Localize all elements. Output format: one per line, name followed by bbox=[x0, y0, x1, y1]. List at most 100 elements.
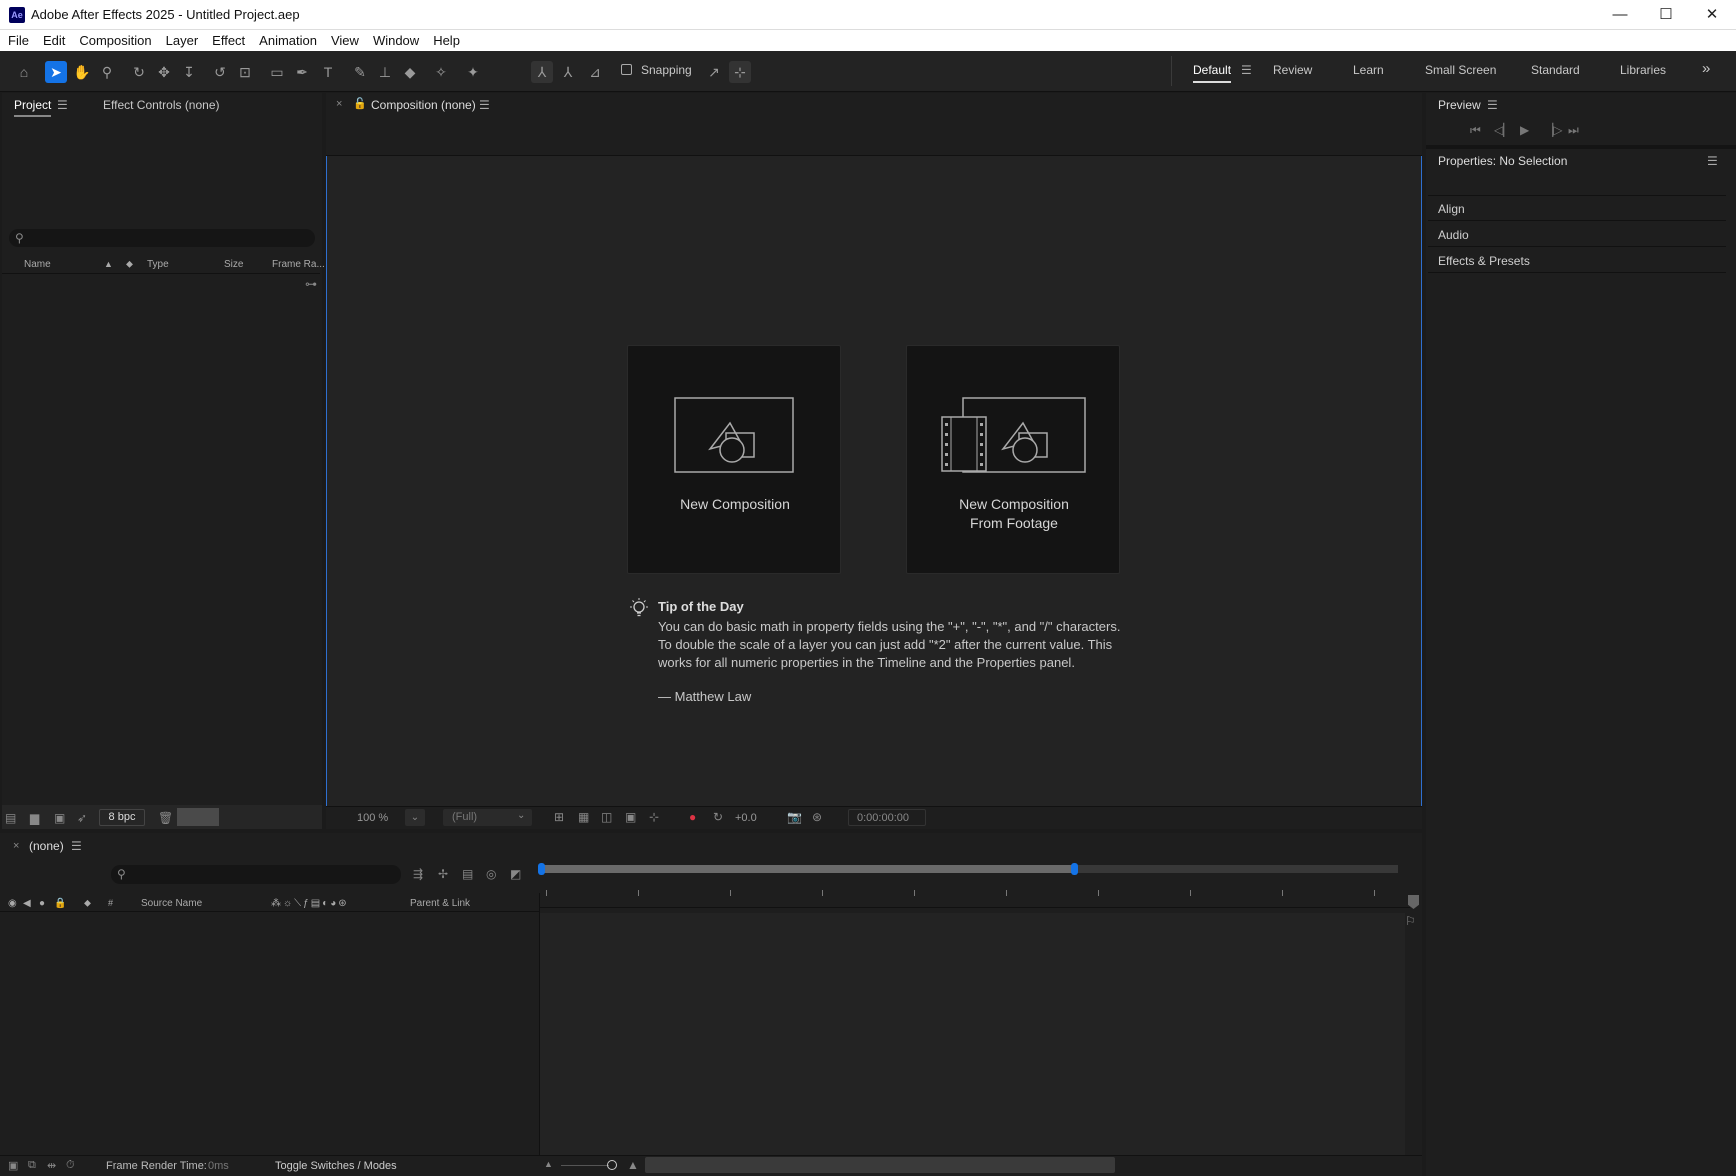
show-channel-icon[interactable]: ● bbox=[689, 810, 696, 824]
render-time-icon[interactable]: ⏱ bbox=[66, 1159, 75, 1172]
magnification-dropdown[interactable]: 100 % bbox=[357, 812, 388, 824]
interpret-footage-icon[interactable]: ▤ bbox=[5, 811, 16, 825]
maximize-button[interactable]: ☐ bbox=[1643, 0, 1689, 30]
close-timeline-icon[interactable]: × bbox=[13, 840, 19, 852]
pan-camera-icon[interactable]: ✥ bbox=[153, 61, 175, 83]
composition-mini-flowchart-icon[interactable]: ⇶ bbox=[413, 867, 423, 881]
tab-timeline[interactable]: (none) bbox=[29, 839, 64, 853]
pen-tool-icon[interactable]: ✒ bbox=[291, 61, 313, 83]
guides-icon[interactable]: ⊹ bbox=[649, 810, 659, 824]
transparency-grid-icon[interactable]: ▦ bbox=[578, 810, 589, 824]
eraser-tool-icon[interactable]: ◆ bbox=[399, 61, 421, 83]
minimize-button[interactable]: — bbox=[1597, 0, 1643, 30]
in-out-toggle-icon[interactable]: ⇹ bbox=[47, 1159, 56, 1172]
selection-tool-icon[interactable]: ➤ bbox=[45, 61, 67, 83]
menu-composition[interactable]: Composition bbox=[79, 33, 151, 48]
pan-behind-icon[interactable]: ⊡ bbox=[234, 61, 256, 83]
properties-menu-icon[interactable]: ☰ bbox=[1707, 154, 1718, 168]
view-axis-icon[interactable]: ⊿ bbox=[584, 61, 606, 83]
video-eye-icon[interactable]: ◉ bbox=[8, 898, 17, 909]
new-composition-card[interactable]: New Composition bbox=[627, 345, 841, 574]
new-composition-from-footage-card[interactable]: New Composition From Footage bbox=[906, 345, 1120, 574]
composition-menu-icon[interactable]: ☰ bbox=[479, 98, 490, 112]
reset-exposure-icon[interactable]: ↻ bbox=[713, 810, 723, 824]
rotation-tool-icon[interactable]: ↺ bbox=[209, 61, 231, 83]
zoom-slider-thumb[interactable] bbox=[607, 1160, 617, 1170]
resolution-dropdown[interactable]: (Full) ⌄ bbox=[443, 809, 532, 826]
workspace-standard[interactable]: Standard bbox=[1531, 63, 1580, 77]
tab-project[interactable]: Project bbox=[14, 98, 52, 117]
more-workspaces-icon[interactable]: » bbox=[1702, 60, 1710, 77]
tab-effect-controls[interactable]: Effect Controls (none) bbox=[103, 98, 220, 112]
timeline-menu-icon[interactable]: ☰ bbox=[71, 839, 82, 853]
snapping-checkbox[interactable] bbox=[621, 64, 632, 75]
menu-animation[interactable]: Animation bbox=[259, 33, 317, 48]
switches-icon[interactable]: ⁂☼⟍ƒ▤◐◕⊛ bbox=[271, 898, 349, 909]
zoom-slider[interactable] bbox=[561, 1165, 609, 1166]
lock-layer-icon[interactable]: 🔒 bbox=[54, 898, 66, 909]
exposure-value[interactable]: +0.0 bbox=[735, 812, 757, 824]
menu-window[interactable]: Window bbox=[373, 33, 419, 48]
close-tab-icon[interactable]: × bbox=[336, 98, 342, 110]
workspace-default[interactable]: Default bbox=[1193, 63, 1232, 83]
next-frame-icon[interactable]: ▕▷ bbox=[1544, 123, 1562, 137]
work-area-range[interactable] bbox=[540, 865, 1075, 873]
new-composition-icon[interactable]: ▣ bbox=[54, 811, 65, 825]
render-queue-icon[interactable]: ➶ bbox=[77, 811, 87, 825]
transfer-controls-icon[interactable]: ⧉ bbox=[28, 1159, 36, 1172]
first-frame-icon[interactable]: ⏮ bbox=[1470, 123, 1481, 138]
timeline-track-area[interactable] bbox=[540, 913, 1405, 1155]
project-search-input[interactable]: ⚲ bbox=[9, 229, 315, 247]
col-type[interactable]: Type bbox=[147, 259, 169, 270]
orbit-camera-icon[interactable]: ↻ bbox=[128, 61, 150, 83]
world-axis-icon[interactable]: ⅄ bbox=[557, 61, 579, 83]
home-icon[interactable]: ⌂ bbox=[13, 61, 35, 83]
rectangle-tool-icon[interactable]: ▭ bbox=[266, 61, 288, 83]
menu-view[interactable]: View bbox=[331, 33, 359, 48]
menu-edit[interactable]: Edit bbox=[43, 33, 65, 48]
flowchart-icon[interactable]: ⊶ bbox=[305, 277, 317, 291]
motion-blur-icon[interactable]: ◎ bbox=[486, 867, 496, 881]
label-tag-icon[interactable]: ⬥ bbox=[126, 259, 133, 270]
workspace-menu-icon[interactable]: ☰ bbox=[1241, 63, 1252, 77]
play-icon[interactable]: ▶ bbox=[1520, 123, 1529, 137]
dolly-camera-icon[interactable]: ↧ bbox=[178, 61, 200, 83]
zoom-tool-icon[interactable]: ⚲ bbox=[96, 61, 118, 83]
bit-depth-button[interactable]: 8 bpc bbox=[99, 809, 145, 826]
menu-layer[interactable]: Layer bbox=[166, 33, 199, 48]
work-area-start-handle[interactable] bbox=[538, 863, 545, 875]
work-area-end-handle[interactable] bbox=[1071, 863, 1078, 875]
magnification-chevron-icon[interactable]: ⌄ bbox=[405, 809, 425, 826]
col-size[interactable]: Size bbox=[224, 259, 243, 270]
previous-frame-icon[interactable]: ◁▏ bbox=[1494, 123, 1512, 137]
type-tool-icon[interactable]: T bbox=[317, 61, 339, 83]
col-frame-rate[interactable]: Frame Ra... bbox=[272, 259, 325, 270]
show-snapshot-icon[interactable]: ⊛ bbox=[812, 810, 822, 824]
comp-marker-bin-icon[interactable]: ⚐ bbox=[1405, 914, 1416, 928]
source-name-col[interactable]: Source Name bbox=[141, 898, 202, 909]
audio-speaker-icon[interactable]: ◀ bbox=[23, 898, 31, 909]
preview-menu-icon[interactable]: ☰ bbox=[1487, 98, 1498, 112]
close-window-button[interactable]: ✕ bbox=[1689, 0, 1735, 30]
label-tag-icon[interactable]: ⬥ bbox=[84, 898, 91, 909]
new-folder-icon[interactable]: ▆ bbox=[30, 811, 39, 825]
region-of-interest-icon[interactable]: ▣ bbox=[625, 810, 636, 824]
solo-icon[interactable]: ● bbox=[39, 898, 45, 909]
layer-switches-toggle-icon[interactable]: ▣ bbox=[8, 1159, 18, 1172]
clone-stamp-icon[interactable]: ⊥ bbox=[374, 61, 396, 83]
menu-help[interactable]: Help bbox=[433, 33, 460, 48]
workspace-libraries[interactable]: Libraries bbox=[1620, 63, 1666, 77]
graph-editor-icon[interactable]: ◩ bbox=[510, 867, 521, 881]
frame-blending-icon[interactable]: ▤ bbox=[462, 867, 473, 881]
mask-visibility-icon[interactable]: ◫ bbox=[601, 810, 612, 824]
effects-presets-section[interactable]: Effects & Presets bbox=[1428, 249, 1726, 273]
choose-grid-icon[interactable]: ⊞ bbox=[554, 810, 564, 824]
toggle-switches-modes-button[interactable]: Toggle Switches / Modes bbox=[275, 1160, 397, 1172]
tab-composition[interactable]: Composition (none) bbox=[371, 98, 476, 112]
workspace-learn[interactable]: Learn bbox=[1353, 63, 1384, 77]
snap-features-icon[interactable]: ⊹ bbox=[729, 61, 751, 83]
sort-ascending-icon[interactable]: ▲ bbox=[104, 259, 113, 269]
menu-effect[interactable]: Effect bbox=[212, 33, 245, 48]
menu-file[interactable]: File bbox=[8, 33, 29, 48]
hand-tool-icon[interactable]: ✋ bbox=[71, 61, 93, 83]
